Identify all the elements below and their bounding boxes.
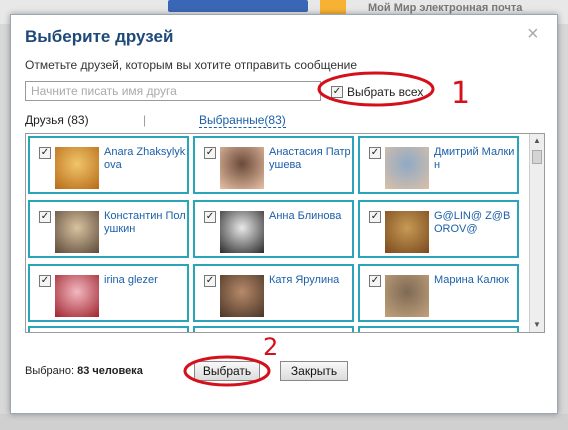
tab-separator: |	[143, 113, 147, 127]
background-left	[0, 24, 10, 430]
select-all-checkbox[interactable]: ✓ Выбрать всех	[331, 83, 423, 101]
scroll-down-icon[interactable]: ▼	[532, 320, 542, 329]
friend-tile[interactable]: ✓ irina glezer	[28, 264, 189, 322]
tab-selected[interactable]: Выбранные(83)	[199, 113, 286, 128]
friend-checkbox[interactable]: ✓	[369, 275, 381, 287]
friend-checkbox[interactable]: ✓	[204, 275, 216, 287]
friend-checkbox[interactable]: ✓	[39, 275, 51, 287]
friend-tile[interactable]: ✓ Анна Блинова	[193, 200, 354, 258]
friend-checkbox[interactable]: ✓	[39, 147, 51, 159]
friend-name[interactable]: Анастасия Патрушева	[269, 146, 351, 172]
friend-name[interactable]: irina glezer	[104, 274, 186, 287]
friend-checkbox[interactable]: ✓	[204, 147, 216, 159]
friend-tile-partial	[193, 326, 354, 332]
friend-checkbox[interactable]: ✓	[204, 211, 216, 223]
select-friends-dialog: Выберите друзей × Отметьте друзей, котор…	[10, 14, 558, 414]
avatar	[220, 211, 264, 253]
friend-tile[interactable]: ✓ Дмитрий Малкин	[358, 136, 519, 194]
friend-tile[interactable]: ✓ Константин Полушкин	[28, 200, 189, 258]
friend-checkbox[interactable]: ✓	[369, 147, 381, 159]
checkbox-checked-icon[interactable]: ✓	[331, 86, 343, 98]
avatar	[55, 147, 99, 189]
avatar	[385, 147, 429, 189]
friend-tile-partial	[28, 326, 189, 332]
friend-name[interactable]: Дмитрий Малкин	[434, 146, 516, 172]
friend-checkbox[interactable]: ✓	[39, 211, 51, 223]
selected-count-prefix: Выбрано:	[25, 365, 78, 377]
avatar	[385, 275, 429, 317]
friend-name[interactable]: Anara Zhaksylykova	[104, 146, 186, 172]
selected-count: Выбрано: 83 человека	[25, 365, 143, 377]
select-all-label: Выбрать всех	[347, 85, 424, 99]
friend-tile[interactable]: ✓ G@LIN@ Z@BOROV@	[358, 200, 519, 258]
friend-tile[interactable]: ✓ Марина Калюк	[358, 264, 519, 322]
friend-name[interactable]: Анна Блинова	[269, 210, 351, 223]
friend-name[interactable]: Катя Ярулина	[269, 274, 351, 287]
friend-checkbox[interactable]: ✓	[369, 211, 381, 223]
dialog-title: Выберите друзей	[25, 27, 174, 46]
friend-name[interactable]: G@LIN@ Z@BOROV@	[434, 210, 516, 236]
friend-tile-partial	[358, 326, 519, 332]
grid-scrollbar[interactable]: ▲ ▼	[529, 134, 544, 332]
dialog-subtitle: Отметьте друзей, которым вы хотите отпра…	[25, 58, 358, 72]
tab-friends[interactable]: Друзья (83)	[25, 113, 89, 127]
friends-grid: ✓ Anara Zhaksylykova ✓ Анастасия Патрушева ✓…	[25, 133, 545, 333]
friend-name[interactable]: Марина Калюк	[434, 274, 516, 287]
selected-count-value: 83 человека	[77, 365, 143, 377]
background-logo	[168, 0, 308, 12]
friend-tile[interactable]: ✓ Катя Ярулина	[193, 264, 354, 322]
friend-tile[interactable]: ✓ Anara Zhaksylykova	[28, 136, 189, 194]
friend-name[interactable]: Константин Полушкин	[104, 210, 186, 236]
avatar	[55, 211, 99, 253]
scroll-up-icon[interactable]: ▲	[532, 136, 542, 145]
background-bottom	[0, 414, 568, 430]
close-icon[interactable]: ×	[527, 23, 539, 46]
select-button[interactable]: Выбрать	[194, 361, 260, 381]
avatar	[220, 147, 264, 189]
friend-search-input[interactable]	[25, 81, 321, 101]
friend-tile[interactable]: ✓ Анастасия Патрушева	[193, 136, 354, 194]
background-header-text: Мой Мир электронная почта	[368, 2, 523, 14]
close-button[interactable]: Закрыть	[280, 361, 348, 381]
avatar	[385, 211, 429, 253]
avatar	[55, 275, 99, 317]
scroll-thumb[interactable]	[532, 150, 542, 164]
background-right	[558, 24, 568, 430]
avatar	[220, 275, 264, 317]
